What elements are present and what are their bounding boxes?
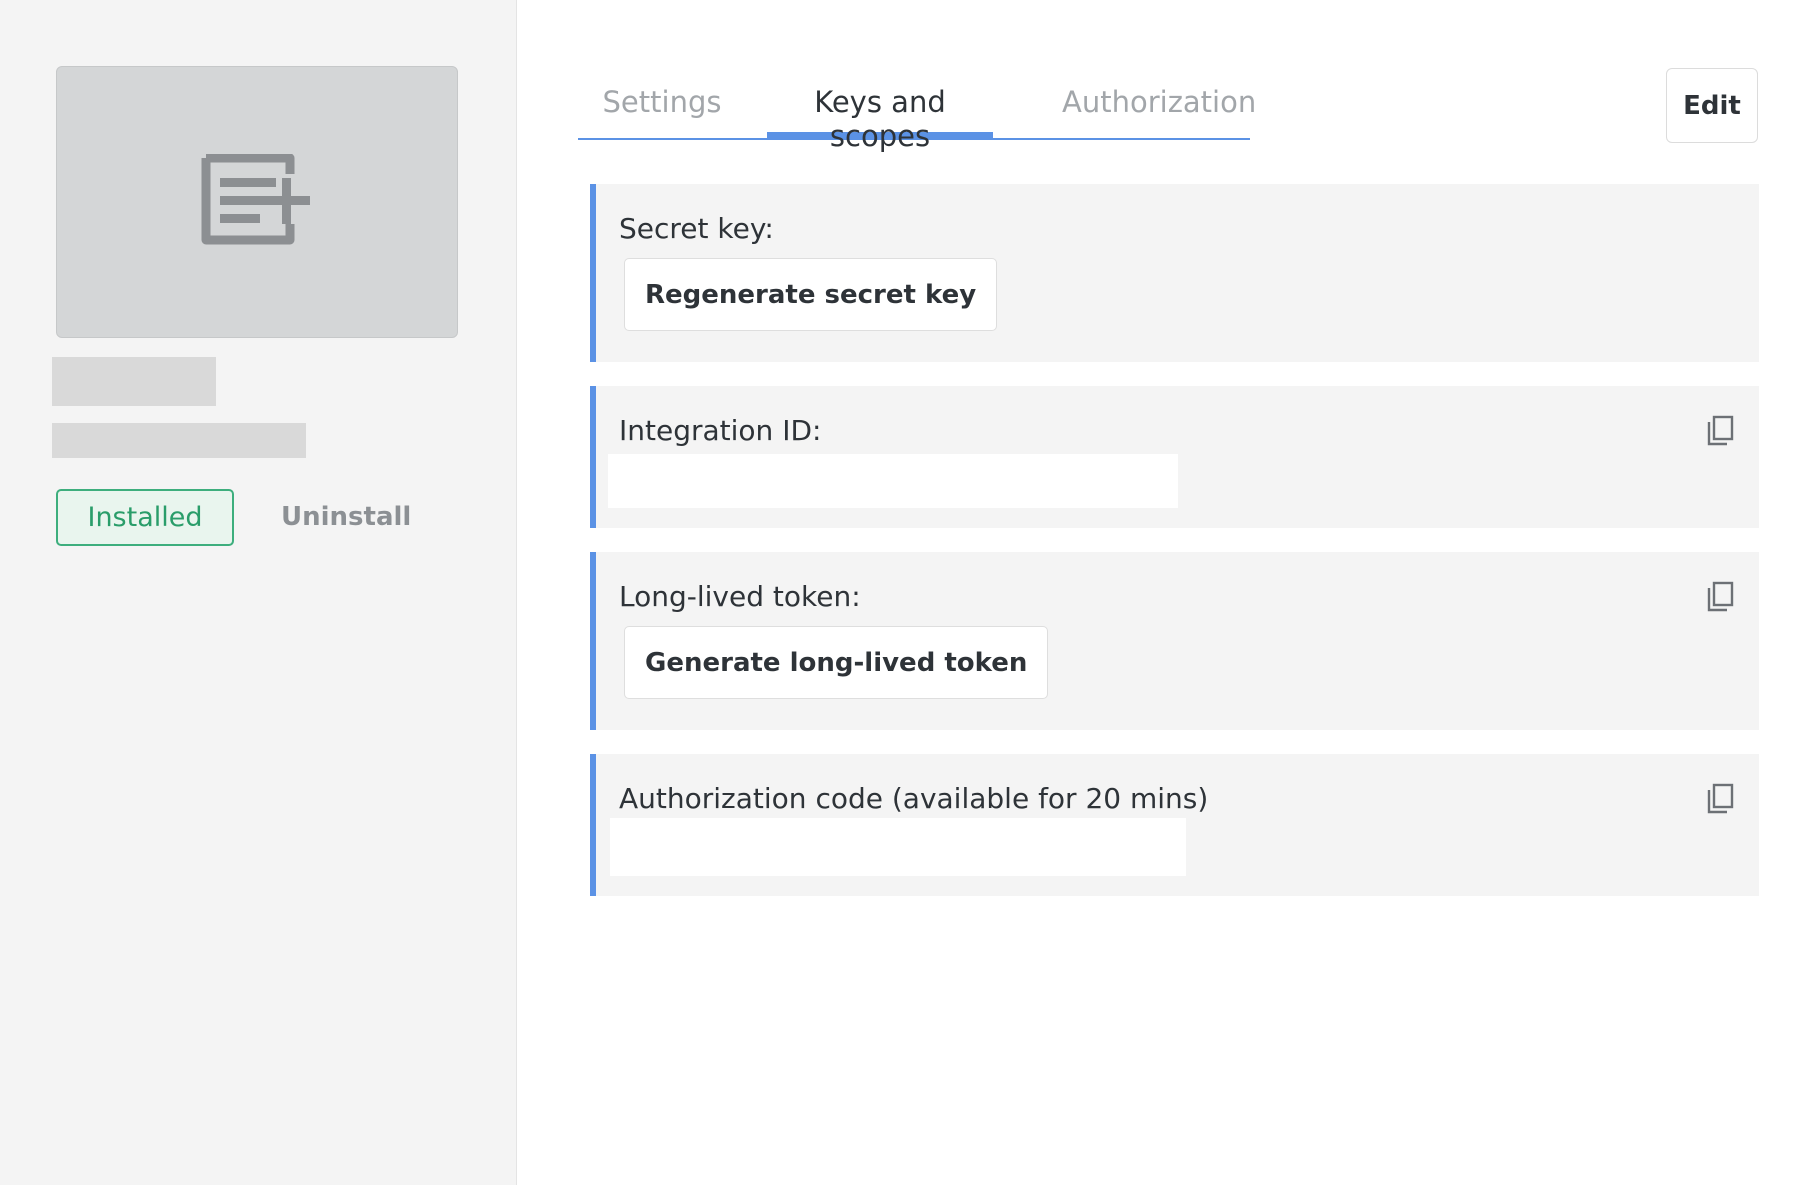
installed-badge[interactable]: Installed (56, 489, 234, 546)
uninstall-link[interactable]: Uninstall (281, 502, 411, 532)
regenerate-secret-key-button[interactable]: Regenerate secret key (624, 258, 998, 331)
document-add-icon (198, 153, 316, 250)
tab-settings[interactable]: Settings (578, 80, 746, 138)
authorization-code-card: Authorization code (available for 20 min… (590, 754, 1759, 896)
authorization-code-value (610, 818, 1186, 876)
sidebar: Installed Uninstall (0, 0, 517, 1185)
copy-icon[interactable] (1705, 580, 1737, 614)
tab-bar: Settings Keys and scopes Authorization (578, 80, 1256, 153)
integration-name-placeholder (52, 357, 216, 406)
copy-icon[interactable] (1705, 782, 1737, 816)
long-lived-token-card: Long-lived token: Generate long-lived to… (590, 552, 1759, 730)
edit-button[interactable]: Edit (1666, 68, 1758, 143)
copy-icon[interactable] (1705, 414, 1737, 448)
authorization-code-label: Authorization code (available for 20 min… (619, 782, 1209, 815)
integration-id-value (608, 454, 1178, 508)
integration-thumbnail (56, 66, 458, 338)
integration-description-placeholder (52, 423, 306, 458)
integration-id-label: Integration ID: (619, 414, 822, 447)
tab-authorization[interactable]: Authorization (1062, 80, 1256, 138)
tab-keys-and-scopes[interactable]: Keys and scopes (767, 80, 993, 153)
secret-key-card: Secret key: Regenerate secret key (590, 184, 1759, 362)
generate-long-lived-token-button[interactable]: Generate long-lived token (624, 626, 1049, 699)
long-lived-token-label: Long-lived token: (619, 580, 861, 613)
integration-id-card: Integration ID: (590, 386, 1759, 528)
secret-key-label: Secret key: (619, 212, 774, 245)
